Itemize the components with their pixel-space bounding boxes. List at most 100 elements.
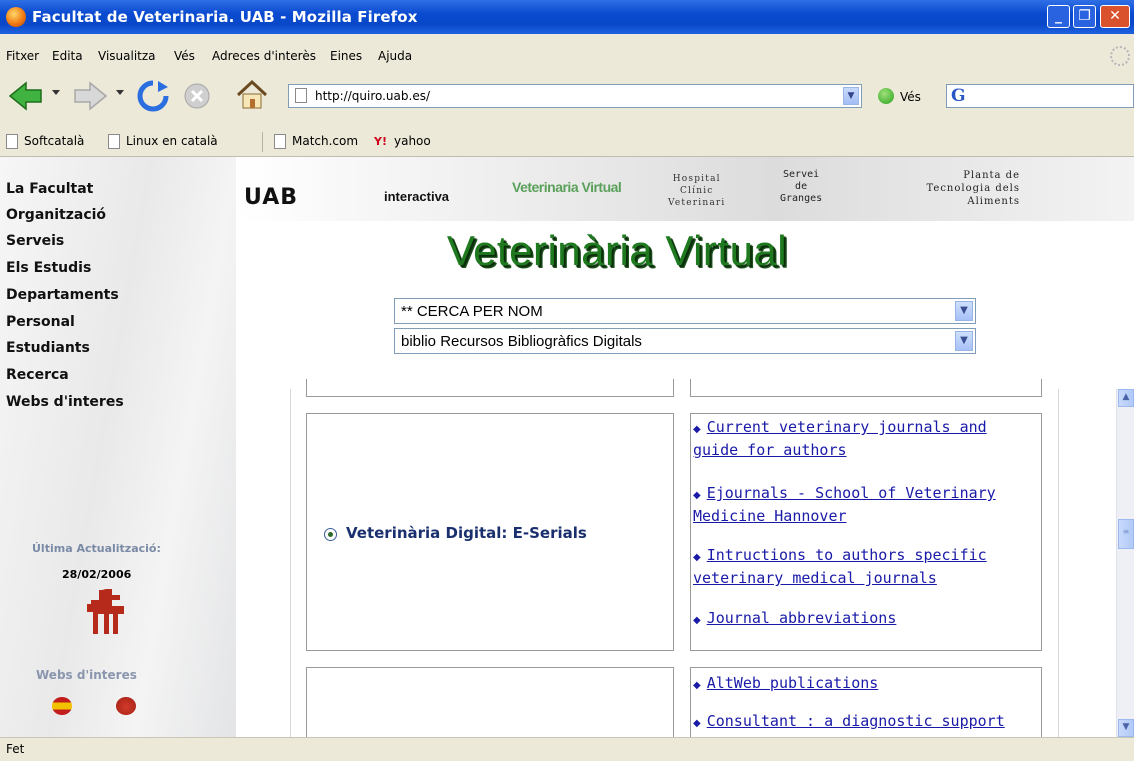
hospital-line1: Hospital (672, 174, 721, 184)
links-cell-1: ◆ Current veterinary journals and guide fo… (690, 413, 1042, 651)
last-update-label: Última Actualització: (32, 542, 161, 555)
reload-icon[interactable] (136, 79, 170, 113)
bullet-icon: ◆ (693, 615, 701, 626)
nav-serveis[interactable]: Serveis (6, 233, 64, 249)
hospital-clinic-link[interactable]: Hospital Clínic Veterinari (668, 173, 725, 209)
table-cell-top-right (690, 379, 1042, 397)
minimize-button[interactable]: _ (1047, 5, 1070, 28)
list-item[interactable]: ◆ Intructions to authors specific veterina… (693, 544, 1033, 590)
servei-line2: de (795, 181, 808, 192)
list-item[interactable]: ◆ Journal abbreviations (693, 607, 1033, 630)
window-title: Facultat de Veterinaria. UAB - Mozilla F… (32, 8, 418, 26)
serials-heading: Veterinària Digital: E-Serials (346, 524, 587, 542)
nav-departaments[interactable]: Departaments (6, 287, 119, 303)
bullet-icon: ◆ (693, 424, 701, 435)
back-arrow-icon[interactable] (8, 80, 44, 112)
hospital-line3: Veterinari (668, 198, 726, 208)
menu-eines[interactable]: Eines (330, 49, 362, 63)
chevron-down-icon[interactable]: ▼ (955, 331, 973, 351)
frame-scrollbar[interactable]: ▲ ≡ ▼ (1116, 389, 1134, 737)
cerca-select[interactable]: ** CERCA PER NOM ▼ (394, 298, 976, 324)
section-cell-2 (306, 667, 674, 737)
bookmark-yahoo[interactable]: yahoo (394, 134, 431, 148)
window-title-bar[interactable]: Facultat de Veterinaria. UAB - Mozilla F… (0, 0, 1134, 34)
list-item[interactable]: ◆ Current veterinary journals and guide fo… (693, 416, 1033, 462)
go-icon[interactable] (878, 88, 894, 104)
page-content: La Facultat Organització Serveis Els Est… (0, 157, 1134, 737)
home-icon[interactable] (234, 78, 270, 112)
link-altweb[interactable]: AltWeb publications (707, 674, 879, 692)
list-item[interactable]: ◆ AltWeb publications (693, 672, 1033, 695)
bookmark-softcatala[interactable]: Softcatalà (24, 134, 84, 148)
page-icon (295, 88, 307, 103)
menu-fitxer[interactable]: Fitxer (6, 49, 39, 63)
menu-visualitza[interactable]: Visualitza (98, 49, 156, 63)
maximize-button[interactable]: ❐ (1073, 5, 1096, 28)
section-radio[interactable] (324, 528, 337, 541)
planta-tecnologia-link[interactable]: Planta de Tecnologia dels Aliments (884, 169, 1020, 208)
scroll-up-icon[interactable]: ▲ (1118, 389, 1134, 407)
link-ejournals-2[interactable]: Medicine Hannover (693, 507, 847, 525)
close-button[interactable]: ✕ (1100, 5, 1130, 28)
scroll-thumb[interactable]: ≡ (1118, 519, 1134, 549)
bullet-icon: ◆ (693, 552, 701, 563)
bookmark-separator (262, 132, 263, 152)
menu-edita[interactable]: Edita (52, 49, 83, 63)
cerca-select-value: ** CERCA PER NOM (401, 303, 543, 320)
nav-estudiants[interactable]: Estudiants (6, 340, 90, 356)
chevron-down-icon[interactable]: ▼ (955, 301, 973, 321)
veterinaria-virtual-logo[interactable]: Veterinaria Virtual (512, 179, 622, 195)
forward-dropdown-icon[interactable] (114, 86, 126, 98)
last-update-value: 28/02/2006 (62, 568, 132, 581)
scroll-down-icon[interactable]: ▼ (1118, 719, 1134, 737)
link-current-journals[interactable]: Current veterinary journals and (707, 418, 987, 436)
webs-interes-label: Webs d'interes (36, 668, 137, 682)
link-instructions[interactable]: Intructions to authors specific (707, 546, 987, 564)
nav-personal[interactable]: Personal (6, 314, 75, 330)
bookmarks-toolbar: Softcatalà Linux en català Match.com Y! … (0, 126, 1134, 157)
list-item[interactable]: ◆ Consultant : a diagnostic support (693, 710, 1033, 733)
nav-webs-interes[interactable]: Webs d'interes (6, 394, 124, 410)
list-item[interactable]: ◆ Ejournals - School of Veterinary Medicin… (693, 482, 1033, 528)
bookmark-match[interactable]: Match.com (292, 134, 358, 148)
interactiva-logo[interactable]: interactiva (384, 189, 449, 204)
page-title: Veterinària Virtual (446, 227, 788, 274)
firefox-icon (6, 7, 26, 27)
link-ejournals[interactable]: Ejournals - School of Veterinary (707, 484, 996, 502)
servei-granges-link[interactable]: Servei de Granges (780, 169, 822, 205)
faculty-mascot-icon (87, 589, 124, 634)
address-bar[interactable]: http://quiro.uab.es/ ▼ (288, 84, 862, 108)
stop-icon[interactable] (182, 81, 212, 111)
link-current-journals-2[interactable]: guide for authors (693, 441, 847, 459)
catalan-flag-icon[interactable] (116, 697, 136, 715)
servei-line1: Servei (783, 169, 820, 180)
go-label[interactable]: Vés (900, 90, 921, 104)
back-dropdown-icon[interactable] (50, 86, 62, 98)
link-journal-abbreviations[interactable]: Journal abbreviations (707, 609, 897, 627)
search-input[interactable]: G (946, 84, 1134, 108)
address-dropdown-icon[interactable]: ▼ (843, 87, 859, 105)
link-instructions-2[interactable]: veterinary medical journals (693, 569, 937, 587)
bookmark-page-icon (6, 134, 18, 149)
bookmark-page-icon (274, 134, 286, 149)
nav-els-estudis[interactable]: Els Estudis (6, 260, 91, 276)
menu-ves[interactable]: Vés (174, 49, 195, 63)
forward-arrow-icon[interactable] (72, 80, 108, 112)
planta-line2: Tecnologia dels (926, 183, 1020, 194)
address-url[interactable]: http://quiro.uab.es/ (315, 89, 430, 103)
bookmark-linux[interactable]: Linux en català (126, 134, 218, 148)
biblio-select[interactable]: biblio Recursos Bibliogràfics Digitals ▼ (394, 328, 976, 354)
menu-ajuda[interactable]: Ajuda (378, 49, 412, 63)
spain-flag-icon[interactable] (52, 697, 72, 715)
menu-adreces[interactable]: Adreces d'interès (212, 49, 316, 63)
bullet-icon: ◆ (693, 490, 701, 501)
bookmark-page-icon (108, 134, 120, 149)
nav-organitzacio[interactable]: Organització (6, 207, 106, 223)
nav-la-facultat[interactable]: La Facultat (6, 181, 93, 197)
frame-divider (290, 389, 291, 737)
link-consultant[interactable]: Consultant : a diagnostic support (707, 712, 1005, 730)
nav-recerca[interactable]: Recerca (6, 367, 69, 383)
uab-logo[interactable]: UAB (244, 185, 298, 210)
bullet-icon: ◆ (693, 680, 701, 691)
google-icon: G (951, 86, 966, 106)
